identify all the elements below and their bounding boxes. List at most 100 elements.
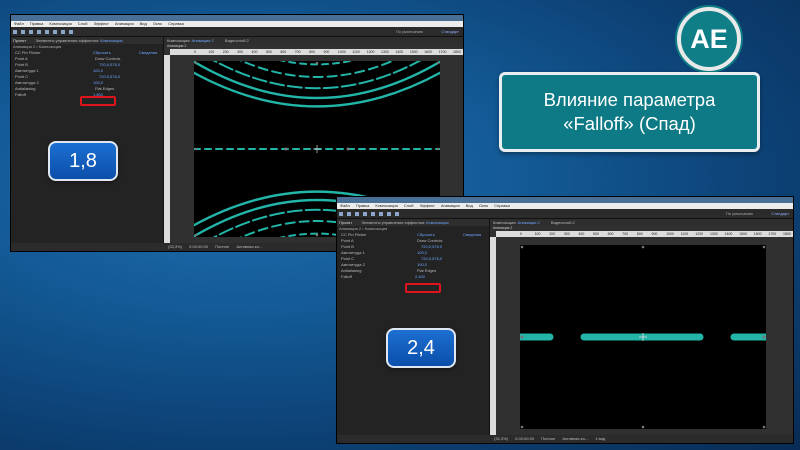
hand-tool-icon[interactable]	[21, 29, 25, 34]
menu-item[interactable]: Окно	[476, 203, 491, 208]
zoom-level[interactable]: (33,3%)	[168, 244, 182, 249]
horizontal-ruler: 0 100 200 300 400 500 600 700 800 900 1000 1100 1200…	[170, 49, 463, 55]
ruler-tick-label: 200	[222, 50, 229, 54]
workspace-button[interactable]: Стандарт	[771, 209, 789, 218]
falloff-value-badge-first: 1,8	[48, 141, 118, 181]
ruler-tick-label: 900	[651, 232, 658, 236]
falloff-value[interactable]: 2,400	[415, 274, 425, 280]
ruler-tick-label: 500	[265, 50, 272, 54]
menu-item[interactable]: Анимация	[112, 21, 137, 26]
current-time[interactable]: 0:00:00:00	[515, 436, 534, 441]
selection-tool-icon[interactable]	[339, 211, 343, 216]
camera-tool-icon[interactable]	[371, 211, 375, 216]
panel-tabs: Проект Элементы управления эффектом: Ком…	[11, 37, 163, 44]
ruler-tick-label: 0	[520, 232, 522, 236]
panel-footer	[11, 243, 166, 251]
field-line	[172, 47, 462, 100]
menu-item[interactable]: Файл	[337, 203, 353, 208]
menu-item[interactable]: Правка	[27, 21, 47, 26]
ruler-tick-label: 300	[563, 232, 570, 236]
tab-composition-link[interactable]: Анимация 2	[518, 220, 540, 225]
brush-tool-icon[interactable]	[69, 29, 73, 34]
ruler-tick-label: 300	[237, 50, 243, 54]
falloff-highlight	[80, 96, 116, 106]
active-camera-select[interactable]: Активная ка...	[562, 436, 588, 441]
ruler-tick-label: 1200	[695, 232, 704, 236]
ruler-tick-label: 1500	[739, 232, 747, 236]
tab-composition[interactable]: Композиция:	[167, 38, 191, 43]
property-row-falloff[interactable]: Falloff 2,400	[337, 274, 489, 280]
viewer-tabs: Композиция: Анимация 2 Видеослой 2	[490, 219, 793, 226]
ruler-tick-label: 1800	[783, 232, 791, 236]
viewer-tabs: Композиция: Анимация 2 Видеослой 2	[164, 37, 463, 44]
workspace-label: По умолчанию	[395, 29, 423, 34]
menu-item[interactable]: Слой	[401, 203, 417, 208]
resolution-select[interactable]: Полное	[541, 436, 555, 441]
current-time[interactable]: 0:00:00:00	[189, 244, 208, 249]
tab-composition[interactable]: Композиция:	[493, 220, 517, 225]
composition-canvas	[514, 245, 774, 429]
rotate-tool-icon[interactable]	[37, 29, 41, 34]
menu-item[interactable]: Правка	[353, 203, 373, 208]
menu-item[interactable]: Вид	[137, 21, 150, 26]
ruler-tick-label: 1400	[395, 50, 404, 54]
tab-project[interactable]: Проект	[339, 220, 352, 225]
ruler-tick-label: 1300	[381, 50, 389, 54]
ruler-tick-label: 500	[593, 232, 599, 236]
tab-effect-controls[interactable]: Элементы управления эффектом:	[35, 38, 99, 43]
menu-item[interactable]: Слой	[75, 21, 91, 26]
zoom-tool-icon[interactable]	[355, 211, 359, 216]
menu-item[interactable]: Окно	[150, 21, 165, 26]
ruler-tick-label: 200	[549, 232, 556, 236]
ruler-tick-label: 1600	[753, 232, 762, 236]
menu-item[interactable]: Вид	[463, 203, 476, 208]
pen-tool-icon[interactable]	[379, 211, 383, 216]
menu-item[interactable]: Композиция	[372, 203, 400, 208]
rotate-tool-icon[interactable]	[363, 211, 367, 216]
composition-viewer: Композиция: Анимация 2 Видеослой 2 Анима…	[490, 219, 793, 443]
active-camera-select[interactable]: Активная ка...	[236, 244, 262, 249]
views-select[interactable]: 1 вид	[595, 436, 605, 441]
ruler-tick-label: 1100	[680, 232, 689, 236]
tab-effect-controls-link[interactable]: Композиция	[426, 220, 448, 225]
slide-title-line-1: Влияние параметра	[543, 89, 716, 110]
property-label: Falloff	[15, 92, 26, 97]
hand-tool-icon[interactable]	[347, 211, 351, 216]
menu-item[interactable]: Композиция	[46, 21, 74, 26]
menu-item[interactable]: Эффект	[417, 203, 438, 208]
panel-tabs: Проект Элементы управления эффектом: Ком…	[337, 219, 489, 226]
pen-tool-icon[interactable]	[53, 29, 57, 34]
ruler-tick-label: 1700	[768, 232, 777, 236]
menu-item[interactable]: Эффект	[91, 21, 112, 26]
menu-item[interactable]: Анимация	[438, 203, 463, 208]
workspace-button[interactable]: Стандарт	[441, 27, 459, 36]
ruler-tick-label: 1700	[438, 50, 447, 54]
ruler-tick-label: 800	[636, 232, 643, 236]
falloff-highlight	[405, 283, 441, 293]
tab-layer[interactable]: Видеослой 2	[551, 220, 575, 225]
camera-tool-icon[interactable]	[45, 29, 49, 34]
menu-item[interactable]: Файл	[11, 21, 27, 26]
selection-tool-icon[interactable]	[13, 29, 17, 34]
ruler-tick-label: 1400	[724, 232, 733, 236]
tab-effect-controls-link[interactable]: Композиция	[100, 38, 122, 43]
menu-item[interactable]: Справка	[491, 203, 513, 208]
menu-item[interactable]: Справка	[165, 21, 187, 26]
ruler-tick-label: 1300	[709, 232, 718, 236]
zoom-tool-icon[interactable]	[29, 29, 33, 34]
brush-tool-icon[interactable]	[395, 211, 399, 216]
field-line	[172, 59, 462, 108]
resolution-select[interactable]: Полное	[215, 244, 229, 249]
text-tool-icon[interactable]	[61, 29, 65, 34]
tools-bar: По умолчанию Стандарт	[11, 27, 463, 37]
ruler-tick-label: 700	[294, 50, 301, 54]
pin-flicker-render	[514, 245, 774, 429]
tab-project[interactable]: Проект	[13, 38, 26, 43]
tab-effect-controls[interactable]: Элементы управления эффектом:	[361, 220, 425, 225]
text-tool-icon[interactable]	[387, 211, 391, 216]
tab-composition-link[interactable]: Анимация 2	[192, 38, 214, 43]
ruler-tick-label: 1800	[453, 50, 461, 54]
ruler-tick-label: 600	[280, 50, 287, 54]
tab-layer[interactable]: Видеослой 2	[225, 38, 249, 43]
zoom-level[interactable]: (33,3%)	[494, 436, 508, 441]
